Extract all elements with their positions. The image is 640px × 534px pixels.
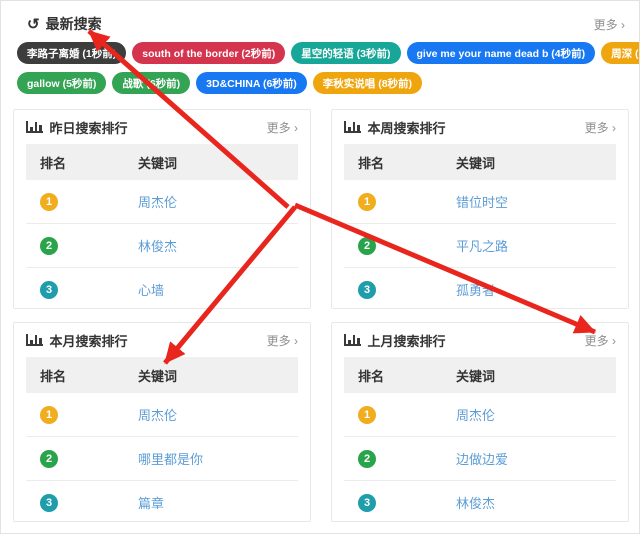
- panel-month-ranking: 本月搜索排行 更多 › 排名 关键词 1 周杰伦 2 哪里都是你 3: [13, 322, 311, 522]
- rank-badge: 3: [40, 494, 58, 512]
- rank-badge: 2: [358, 450, 376, 468]
- more-link[interactable]: 更多 ›: [267, 332, 298, 349]
- ranking-table: 排名 关键词 1 错位时空 2 平凡之路 3 孤勇者: [344, 144, 616, 309]
- rank-badge: 2: [358, 237, 376, 255]
- table-header: 排名 关键词: [344, 357, 616, 393]
- ranking-table: 排名 关键词 1 周杰伦 2 边做边爱 3 林俊杰: [344, 357, 616, 522]
- more-link[interactable]: 更多 ›: [585, 332, 616, 349]
- table-row: 3 孤勇者: [344, 267, 616, 309]
- bar-chart-icon: [344, 334, 361, 346]
- column-header-rank: 排名: [26, 153, 138, 172]
- more-link[interactable]: 更多 ›: [585, 119, 616, 136]
- keyword-link[interactable]: 周杰伦: [456, 408, 495, 423]
- ranking-table: 排名 关键词 1 周杰伦 2 哪里都是你 3 篇章: [26, 357, 298, 522]
- history-icon: ↺: [27, 17, 40, 32]
- tag-row: gallow (5秒前) 战歌 (6秒前) 3D&CHINA (6秒前) 李秋实…: [17, 72, 625, 94]
- rank-badge: 3: [358, 494, 376, 512]
- bar-chart-icon: [344, 121, 361, 133]
- table-row: 2 平凡之路: [344, 223, 616, 267]
- column-header-keyword: 关键词: [456, 153, 616, 172]
- rank-badge: 1: [358, 406, 376, 424]
- panel-title: 昨日搜索排行: [50, 118, 128, 137]
- keyword-link[interactable]: 平凡之路: [456, 239, 508, 254]
- table-row: 3 篇章: [26, 480, 298, 522]
- rank-badge: 2: [40, 237, 58, 255]
- keyword-link[interactable]: 错位时空: [456, 195, 508, 210]
- column-header-keyword: 关键词: [456, 366, 616, 385]
- table-row: 2 林俊杰: [26, 223, 298, 267]
- table-row: 1 错位时空: [344, 180, 616, 223]
- keyword-link[interactable]: 孤勇者: [456, 283, 495, 298]
- latest-search-section: ↺ 最新搜索 更多 › 李路子离婚 (1秒前) south of the bor…: [1, 1, 639, 94]
- ranking-panels-grid: 昨日搜索排行 更多 › 排名 关键词 1 周杰伦 2 林俊杰 3 心墙: [1, 94, 639, 522]
- rank-badge: 1: [358, 193, 376, 211]
- panel-header: 本周搜索排行 更多 ›: [332, 110, 628, 144]
- table-header: 排名 关键词: [26, 357, 298, 393]
- column-header-rank: 排名: [344, 366, 456, 385]
- search-tag[interactable]: 3D&CHINA (6秒前): [196, 72, 307, 94]
- column-header-rank: 排名: [26, 366, 138, 385]
- panel-header: 上月搜索排行 更多 ›: [332, 323, 628, 357]
- bar-chart-icon: [26, 121, 43, 133]
- table-row: 2 边做边爱: [344, 436, 616, 480]
- search-tag[interactable]: 战歌 (6秒前): [112, 72, 190, 94]
- panel-title: 本月搜索排行: [50, 331, 128, 350]
- rank-badge: 2: [40, 450, 58, 468]
- keyword-link[interactable]: 篇章: [138, 496, 164, 511]
- rank-badge: 3: [40, 281, 58, 299]
- table-row: 1 周杰伦: [26, 180, 298, 223]
- more-link[interactable]: 更多 ›: [267, 119, 298, 136]
- latest-more-link[interactable]: 更多 ›: [594, 16, 625, 33]
- column-header-rank: 排名: [344, 153, 456, 172]
- table-row: 1 周杰伦: [26, 393, 298, 436]
- panel-yesterday-ranking: 昨日搜索排行 更多 › 排名 关键词 1 周杰伦 2 林俊杰 3 心墙: [13, 109, 311, 309]
- panel-header: 昨日搜索排行 更多 ›: [14, 110, 310, 144]
- column-header-keyword: 关键词: [138, 366, 298, 385]
- rank-badge: 1: [40, 193, 58, 211]
- page: ↺ 最新搜索 更多 › 李路子离婚 (1秒前) south of the bor…: [0, 0, 640, 534]
- tag-row: 李路子离婚 (1秒前) south of the border (2秒前) 星空…: [17, 42, 625, 64]
- keyword-link[interactable]: 哪里都是你: [138, 452, 203, 467]
- search-tag[interactable]: 星空的轻语 (3秒前): [291, 42, 400, 64]
- search-tag[interactable]: gallow (5秒前): [17, 72, 106, 94]
- table-header: 排名 关键词: [26, 144, 298, 180]
- search-tag[interactable]: south of the border (2秒前): [132, 42, 285, 64]
- search-tag[interactable]: 周深 (5秒前): [601, 42, 640, 64]
- panel-header: 本月搜索排行 更多 ›: [14, 323, 310, 357]
- keyword-link[interactable]: 心墙: [138, 283, 164, 298]
- keyword-link[interactable]: 边做边爱: [456, 452, 508, 467]
- table-row: 3 林俊杰: [344, 480, 616, 522]
- table-row: 3 心墙: [26, 267, 298, 309]
- table-row: 2 哪里都是你: [26, 436, 298, 480]
- ranking-table: 排名 关键词 1 周杰伦 2 林俊杰 3 心墙: [26, 144, 298, 309]
- column-header-keyword: 关键词: [138, 153, 298, 172]
- panel-title: 本周搜索排行: [368, 118, 446, 137]
- search-tag[interactable]: 李路子离婚 (1秒前): [17, 42, 126, 64]
- keyword-link[interactable]: 周杰伦: [138, 195, 177, 210]
- panel-week-ranking: 本周搜索排行 更多 › 排名 关键词 1 错位时空 2 平凡之路 3: [331, 109, 629, 309]
- search-tag[interactable]: give me your name dead b (4秒前): [407, 42, 596, 64]
- table-header: 排名 关键词: [344, 144, 616, 180]
- rank-badge: 3: [358, 281, 376, 299]
- bar-chart-icon: [26, 334, 43, 346]
- table-row: 1 周杰伦: [344, 393, 616, 436]
- panel-title: 上月搜索排行: [368, 331, 446, 350]
- panel-lastmonth-ranking: 上月搜索排行 更多 › 排名 关键词 1 周杰伦 2 边做边爱 3 林: [331, 322, 629, 522]
- keyword-link[interactable]: 林俊杰: [456, 496, 495, 511]
- search-tag[interactable]: 李秋实说唱 (8秒前): [313, 72, 422, 94]
- latest-search-title: 最新搜索: [46, 14, 102, 34]
- keyword-link[interactable]: 周杰伦: [138, 408, 177, 423]
- rank-badge: 1: [40, 406, 58, 424]
- latest-search-header: ↺ 最新搜索 更多 ›: [17, 14, 625, 34]
- keyword-link[interactable]: 林俊杰: [138, 239, 177, 254]
